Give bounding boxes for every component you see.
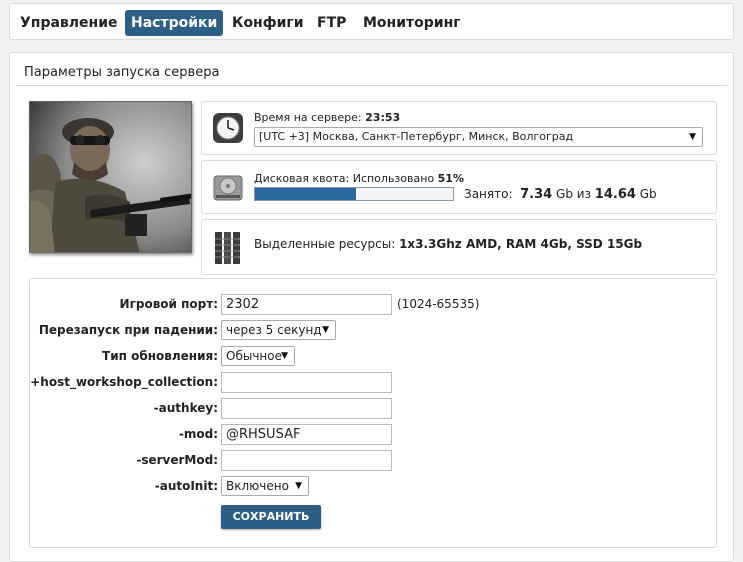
disk-used-label: Занято:	[464, 187, 513, 201]
mod-input[interactable]	[221, 424, 392, 445]
nav-management[interactable]: Управление	[14, 10, 124, 36]
disk-quota-line: Дисковая квота: Использовано 51%	[254, 172, 464, 185]
authkey-label: -authkey:	[153, 401, 218, 415]
workshop-label: +host_workshop_collection:	[30, 375, 218, 389]
timezone-value: [UTC +3] Москва, Санкт-Петербург, Минск,…	[259, 130, 574, 143]
disk-total-unit: Gb	[639, 187, 657, 201]
resources-label: Выделенные ресурсы:	[254, 237, 396, 251]
update-type-select[interactable]: Обычное ▼	[221, 346, 295, 366]
nav-monitoring[interactable]: Мониторинг	[357, 10, 467, 36]
disk-usage-progress	[254, 187, 454, 201]
update-type-value: Обычное	[226, 349, 282, 363]
chevron-down-icon: ▼	[322, 325, 329, 335]
restart-select[interactable]: через 5 секунд ▼	[221, 320, 336, 340]
servermod-input[interactable]	[221, 450, 392, 471]
chevron-down-icon: ▼	[281, 351, 288, 361]
server-rack-icon	[212, 231, 244, 269]
disk-used-value: 7.34	[520, 187, 553, 202]
disk-usage-fill	[255, 188, 356, 200]
update-type-label: Тип обновления:	[102, 349, 218, 363]
nav-configs[interactable]: Конфиги	[226, 10, 310, 36]
game-avatar-image	[29, 101, 192, 253]
server-time-value: 23:53	[365, 111, 401, 124]
workshop-input[interactable]	[221, 372, 392, 393]
resources-line: Выделенные ресурсы: 1x3.3Ghz AMD, RAM 4G…	[254, 237, 642, 251]
disk-quota-percent: 51%	[437, 172, 464, 185]
server-time-line: Время на сервере: 23:53	[254, 111, 400, 124]
resources-box: Выделенные ресурсы: 1x3.3Ghz AMD, RAM 4G…	[201, 219, 717, 275]
resources-value: 1x3.3Ghz AMD, RAM 4Gb, SSD 15Gb	[399, 237, 643, 251]
save-button[interactable]: СОХРАНИТЬ	[221, 505, 321, 529]
clock-icon	[212, 112, 244, 148]
divider	[16, 85, 727, 86]
game-port-hint: (1024-65535)	[397, 297, 480, 311]
nav-settings[interactable]: Настройки	[125, 10, 224, 36]
server-time-box: Время на сервере: 23:53 [UTC +3] Москва,…	[201, 101, 717, 155]
restart-value: через 5 секунд	[226, 323, 322, 337]
disk-used-unit: Gb из	[556, 187, 591, 201]
servermod-label: -serverMod:	[136, 453, 218, 467]
chevron-down-icon: ▼	[295, 481, 302, 491]
restart-label: Перезапуск при падении:	[38, 323, 218, 337]
autoinit-value: Включено	[226, 479, 289, 493]
disk-used-line: Занято: 7.34 Gb из 14.64 Gb	[464, 187, 657, 202]
game-port-input[interactable]	[221, 294, 392, 315]
chevron-down-icon: ▼	[689, 132, 696, 142]
top-nav: Управление Настройки Конфиги FTP Монитор…	[9, 3, 734, 40]
server-params-panel: Параметры запуска сервера Время на серве…	[9, 52, 734, 562]
autoinit-select[interactable]: Включено ▼	[221, 476, 309, 496]
autoinit-label: -autoInit:	[154, 479, 218, 493]
nav-ftp[interactable]: FTP	[311, 10, 352, 36]
server-time-label: Время на сервере:	[254, 111, 362, 124]
hard-drive-icon	[212, 172, 244, 208]
timezone-select[interactable]: [UTC +3] Москва, Санкт-Петербург, Минск,…	[254, 127, 703, 147]
disk-quota-box: Дисковая квота: Использовано 51% Занято:…	[201, 160, 717, 214]
panel-title: Параметры запуска сервера	[24, 65, 220, 80]
game-port-label: Игровой порт:	[119, 297, 218, 311]
disk-total-value: 14.64	[594, 187, 636, 202]
disk-quota-label: Дисковая квота: Использовано	[254, 172, 435, 185]
launch-params-form: Игровой порт: (1024-65535) Перезапуск пр…	[29, 278, 717, 548]
mod-label: -mod:	[178, 427, 218, 441]
authkey-input[interactable]	[221, 398, 392, 419]
